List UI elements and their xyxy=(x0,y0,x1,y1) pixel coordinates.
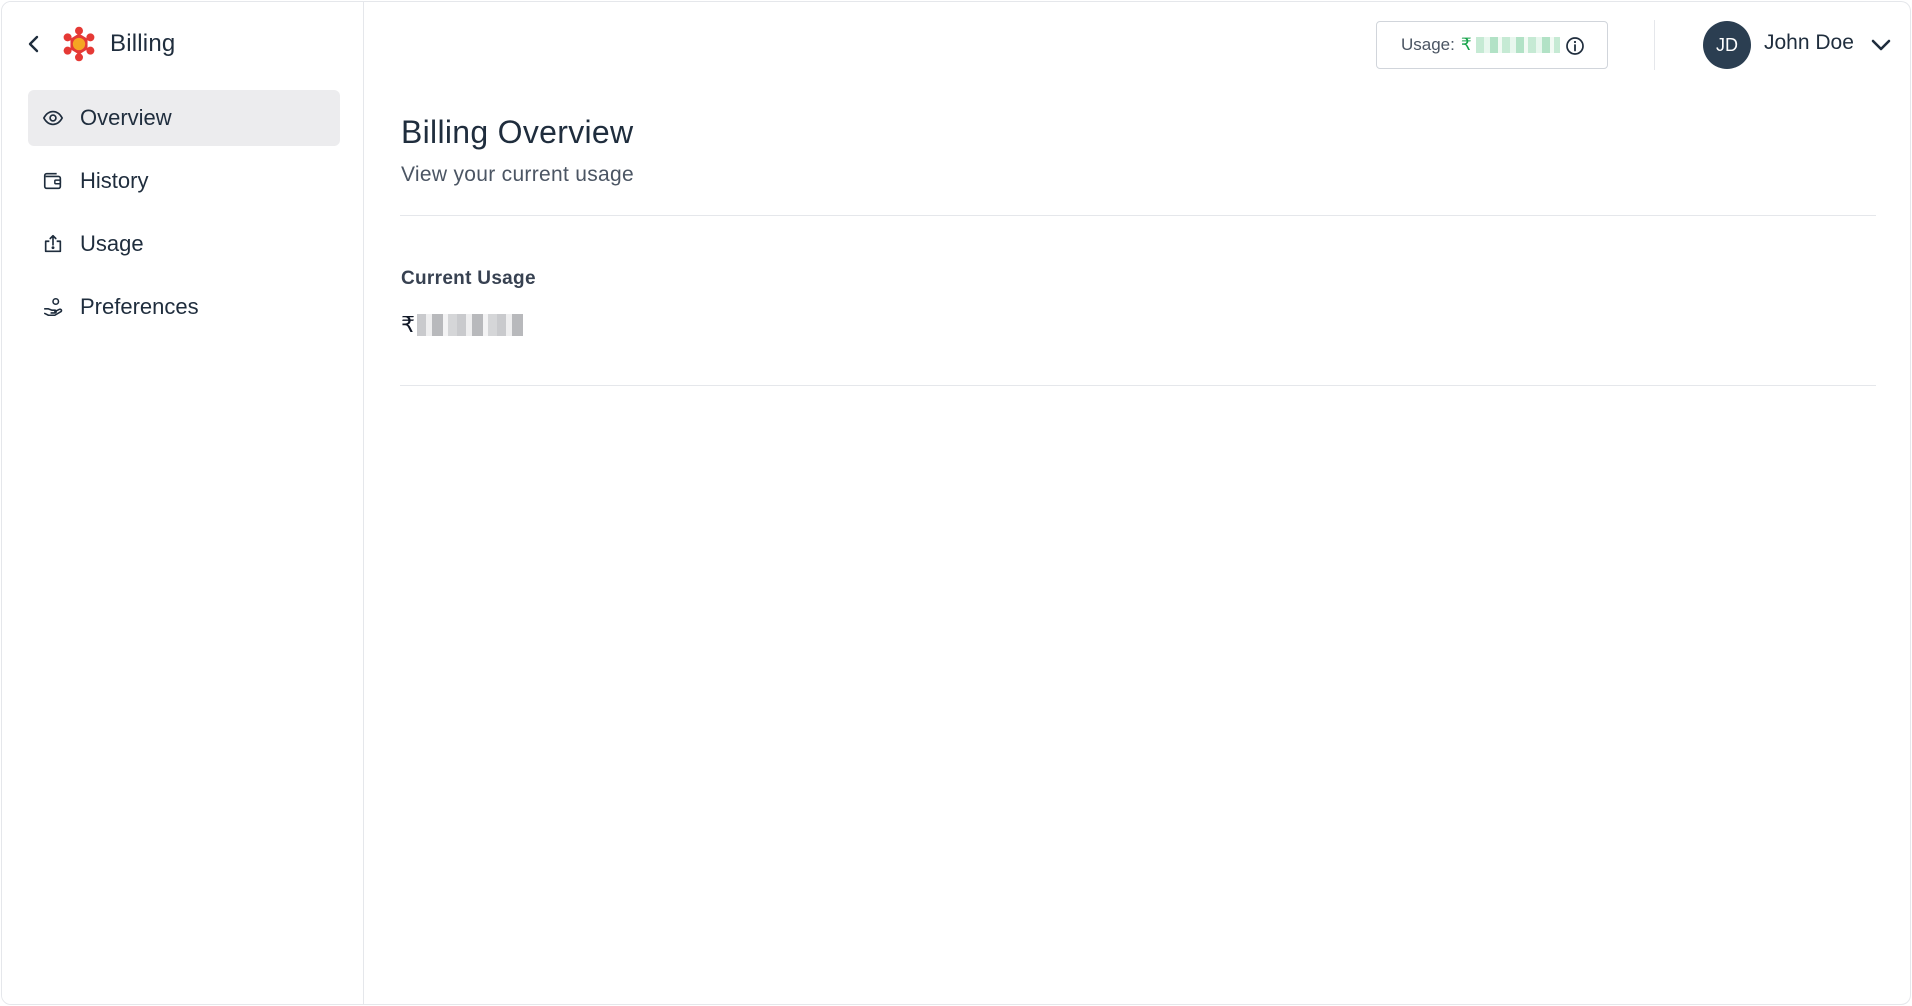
user-avatar[interactable]: JD xyxy=(1703,21,1751,69)
wallet-icon xyxy=(42,170,64,192)
current-usage-value: ₹ xyxy=(401,312,523,338)
current-usage-label: Current Usage xyxy=(401,268,536,289)
sidebar-nav: Overview History Usage Preferences xyxy=(28,90,340,342)
sidebar: Billing Overview History Usage Preferenc… xyxy=(2,2,364,1004)
upload-box-icon xyxy=(42,233,64,255)
usage-currency: ₹ xyxy=(1460,35,1472,54)
sidebar-item-overview[interactable]: Overview xyxy=(28,90,340,146)
header-divider xyxy=(1654,20,1655,70)
sidebar-item-label: Preferences xyxy=(80,294,199,319)
app-window: Billing Overview History Usage Preferenc… xyxy=(1,1,1911,1005)
currency-symbol: ₹ xyxy=(401,312,415,337)
sidebar-item-label: History xyxy=(80,168,149,193)
app-title: Billing xyxy=(110,30,176,57)
sidebar-item-history[interactable]: History xyxy=(28,153,340,209)
chevron-left-icon xyxy=(28,35,39,53)
sidebar-item-preferences[interactable]: Preferences xyxy=(28,279,340,335)
chevron-down-icon[interactable] xyxy=(1868,32,1894,58)
user-name[interactable]: John Doe xyxy=(1764,31,1854,55)
usage-summary-chip[interactable]: Usage: ₹ xyxy=(1376,21,1608,69)
page-title: Billing Overview xyxy=(401,114,634,150)
section-divider xyxy=(400,385,1876,386)
hand-coin-icon xyxy=(42,296,64,318)
usage-label: Usage: xyxy=(1401,35,1455,54)
sidebar-item-label: Overview xyxy=(80,105,172,130)
app-logo-icon xyxy=(63,26,95,62)
brand-header: Billing xyxy=(22,24,175,64)
info-icon[interactable] xyxy=(1565,36,1585,56)
section-divider xyxy=(400,215,1876,216)
usage-value: ₹ xyxy=(1461,35,1560,55)
back-button[interactable] xyxy=(22,32,46,56)
sidebar-item-label: Usage xyxy=(80,231,144,256)
eye-icon xyxy=(42,107,64,129)
page-subtitle: View your current usage xyxy=(401,163,634,186)
sidebar-item-usage[interactable]: Usage xyxy=(28,216,340,272)
usage-amount-redacted xyxy=(1475,37,1560,53)
current-usage-amount-redacted xyxy=(417,314,523,336)
